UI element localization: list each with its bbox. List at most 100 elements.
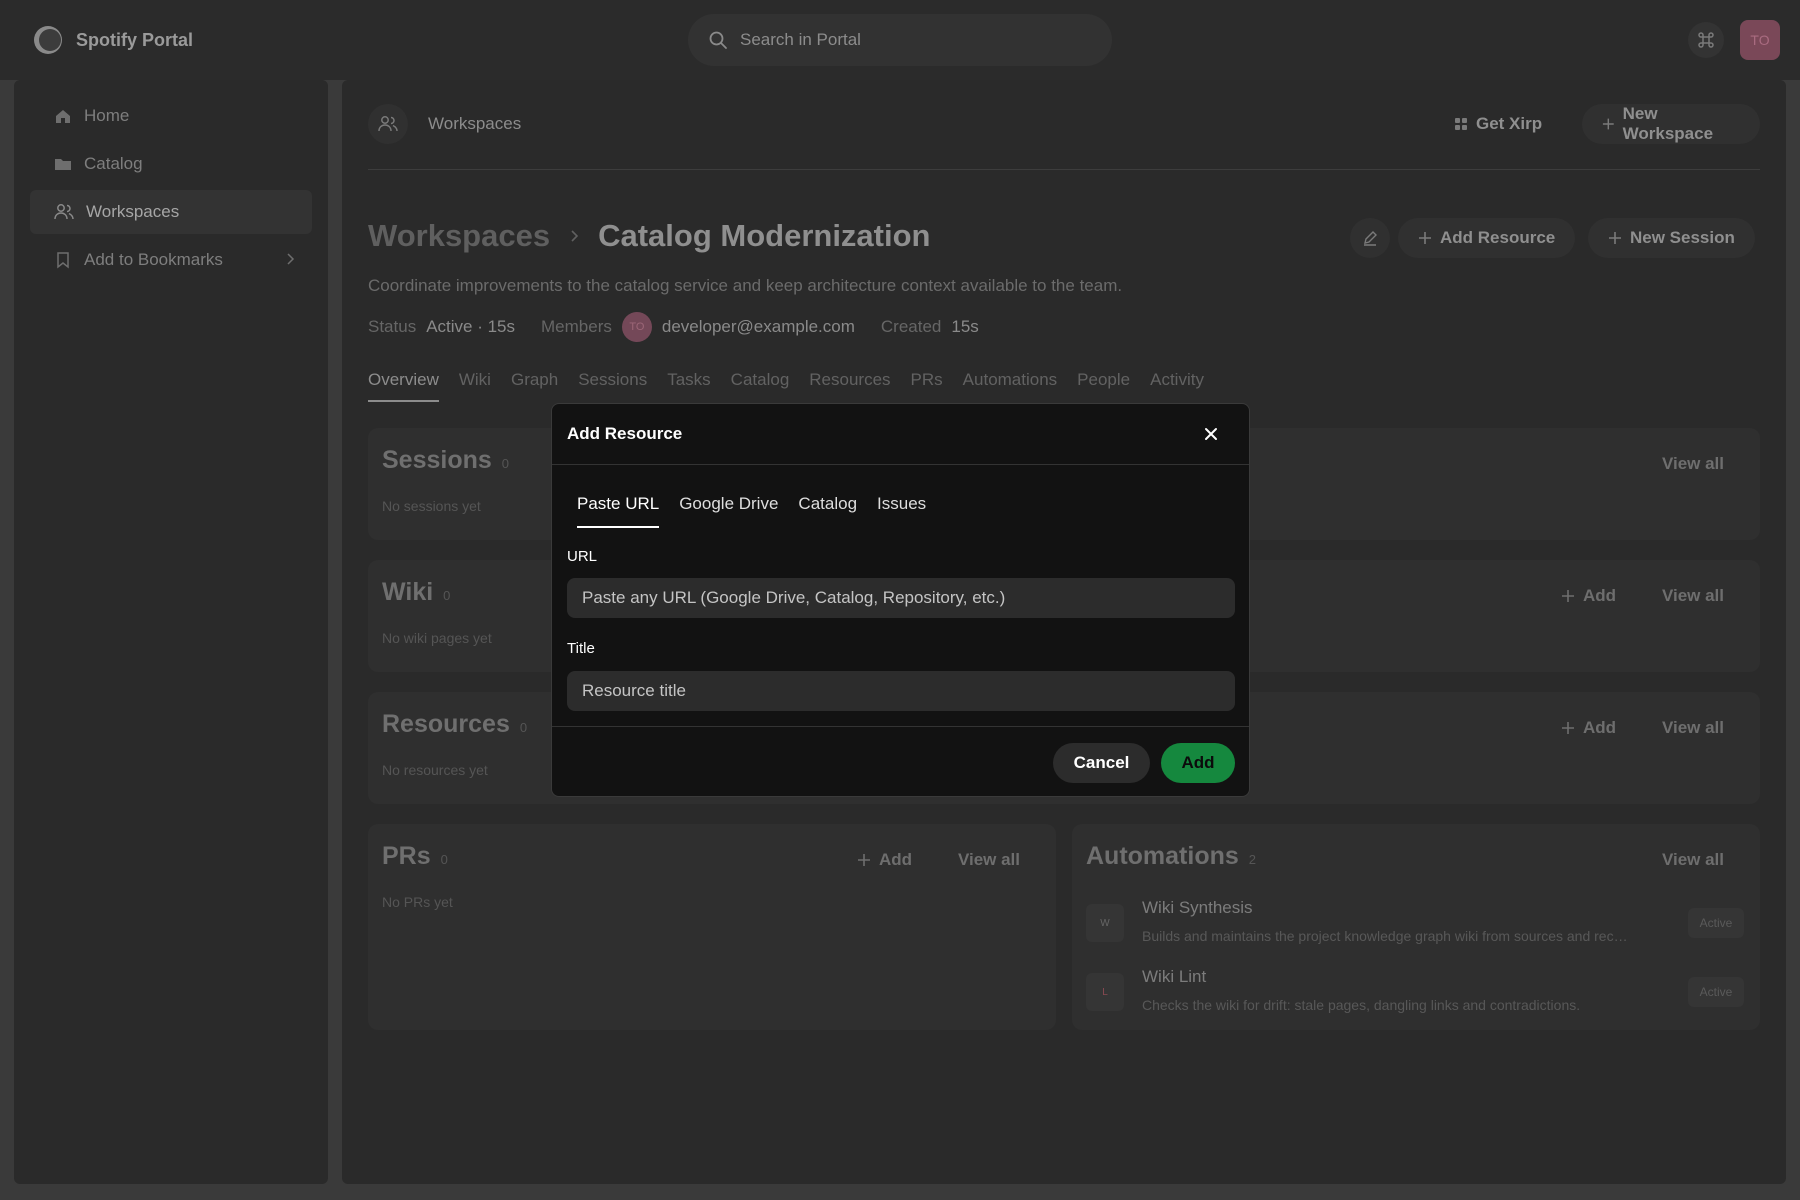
- resources-add-button[interactable]: Add: [1561, 718, 1616, 738]
- issues-add-button[interactable]: Add: [1561, 586, 1616, 606]
- plus-icon: [1561, 722, 1574, 734]
- tab-resources[interactable]: Resources: [809, 370, 890, 402]
- sidebar-item-home[interactable]: Home: [30, 94, 312, 138]
- tab-tasks[interactable]: Tasks: [667, 370, 710, 402]
- automations-view-all[interactable]: View all: [1662, 850, 1724, 870]
- add-button[interactable]: Add: [1161, 743, 1235, 783]
- sessions-empty: No sessions yet: [382, 498, 481, 514]
- page-title: Workspaces Catalog Modernization: [368, 218, 930, 254]
- user-avatar[interactable]: TO: [1740, 20, 1780, 60]
- add-resource-button[interactable]: Add Resource: [1398, 218, 1576, 258]
- tab-sessions[interactable]: Sessions: [578, 370, 647, 402]
- sidebar-item-label: Home: [84, 106, 130, 125]
- tab-activity[interactable]: Activity: [1150, 370, 1204, 402]
- list-item[interactable]: L Wiki Lint Checks the wiki for drift: s…: [1086, 967, 1744, 1023]
- wiki-count: 0: [443, 588, 451, 603]
- sidebar-item-workspaces[interactable]: Workspaces: [30, 190, 312, 234]
- title-current: Catalog Modernization: [598, 218, 931, 253]
- automations-title: Automations: [1086, 842, 1239, 870]
- plus-icon: [1561, 590, 1574, 602]
- xirp-icon: [1455, 118, 1467, 130]
- plus-icon: [1609, 232, 1621, 244]
- created-label: Created: [880, 317, 942, 336]
- sidebar-item-catalog[interactable]: Catalog: [30, 142, 312, 186]
- prs-title: PRs: [382, 842, 431, 870]
- wiki-empty: No wiki pages yet: [382, 630, 492, 646]
- workspace-meta: Status Active · 15s Members TO developer…: [368, 312, 1005, 342]
- tab-prs[interactable]: PRs: [911, 370, 943, 402]
- get-xirp-label: Get Xirp: [1476, 114, 1543, 133]
- sessions-view-all[interactable]: View all: [1662, 454, 1724, 474]
- dialog-header: Add Resource: [552, 404, 1249, 465]
- members-label: Members: [541, 317, 612, 336]
- sidebar: Home Catalog Workspaces Add to Bookmarks: [14, 80, 328, 1184]
- prs-empty: No PRs yet: [382, 894, 453, 910]
- tab-wiki[interactable]: Wiki: [459, 370, 491, 402]
- tab-overview[interactable]: Overview: [368, 370, 439, 402]
- issues-view-all[interactable]: View all: [1662, 586, 1724, 606]
- folder-icon: [55, 159, 71, 170]
- sidebar-item-label: Workspaces: [86, 202, 180, 221]
- automations-card: Automations 2 View all W Wiki Synthesis …: [1072, 824, 1760, 1030]
- tab-paste-url[interactable]: Paste URL: [577, 494, 660, 528]
- created-value: 15s: [951, 317, 979, 336]
- wiki-synthesis-icon: W: [1086, 904, 1124, 942]
- search-input[interactable]: Search in Portal: [688, 14, 1112, 66]
- tab-people[interactable]: People: [1077, 370, 1130, 402]
- resources-empty: No resources yet: [382, 762, 488, 778]
- prs-view-all[interactable]: View all: [958, 850, 1020, 870]
- workspace-tabs: Overview Wiki Graph Sessions Tasks Catal…: [368, 370, 1204, 402]
- title-parent[interactable]: Workspaces: [368, 218, 550, 254]
- breadcrumb[interactable]: Workspaces: [428, 114, 521, 134]
- new-workspace-label: New Workspace: [1622, 104, 1714, 143]
- dialog-footer: Cancel Add: [552, 726, 1249, 796]
- tab-catalog[interactable]: Catalog: [731, 370, 790, 402]
- sidebar-item-add-to-bookmarks[interactable]: Add to Bookmarks: [30, 238, 312, 282]
- resources-title: Resources: [382, 710, 510, 738]
- cancel-button[interactable]: Cancel: [1053, 743, 1150, 783]
- people-icon: [378, 116, 398, 132]
- url-input[interactable]: [567, 578, 1235, 618]
- card-title: Resources 0: [382, 710, 527, 739]
- tab-google-drive[interactable]: Google Drive: [679, 494, 778, 528]
- plus-icon: [1602, 118, 1614, 130]
- automation-description: Builds and maintains the project knowled…: [1142, 928, 1628, 944]
- tab-automations[interactable]: Automations: [963, 370, 1058, 402]
- pencil-icon: [1364, 231, 1377, 246]
- member-avatar[interactable]: TO: [621, 312, 652, 342]
- search-icon: [709, 31, 727, 49]
- sidebar-item-label: Add to Bookmarks: [84, 250, 223, 269]
- top-bar: Spotify Portal Search in Portal TO: [0, 0, 1800, 80]
- list-item[interactable]: W Wiki Synthesis Builds and maintains th…: [1086, 898, 1744, 954]
- new-session-button[interactable]: New Session: [1588, 218, 1755, 258]
- resources-add-label: Add: [1582, 718, 1616, 737]
- tab-catalog[interactable]: Catalog: [798, 494, 857, 528]
- wiki-title: Wiki: [382, 578, 434, 606]
- new-workspace-button[interactable]: New Workspace: [1582, 104, 1760, 144]
- workspace-description: Coordinate improvements to the catalog s…: [368, 276, 1123, 295]
- brand[interactable]: Spotify Portal: [34, 26, 193, 54]
- get-xirp-button[interactable]: Get Xirp: [1434, 104, 1562, 144]
- close-button[interactable]: [1199, 422, 1223, 446]
- breadcrumb-bar: Workspaces Get Xirp New Workspace: [368, 104, 1760, 170]
- title-input[interactable]: [567, 671, 1235, 711]
- sidebar-item-label: Catalog: [84, 154, 143, 173]
- prs-add-label: Add: [878, 850, 912, 869]
- bookmark-icon: [57, 252, 69, 269]
- issues-add-label: Add: [1582, 586, 1616, 605]
- brand-name: Spotify Portal: [76, 29, 194, 50]
- dialog-tabs: Paste URL Google Drive Catalog Issues: [577, 494, 926, 528]
- command-menu-button[interactable]: [1688, 22, 1724, 58]
- edit-button[interactable]: [1350, 218, 1390, 258]
- add-resource-dialog: Add Resource Paste URL Google Drive Cata…: [551, 403, 1250, 797]
- prs-count: 0: [440, 852, 448, 867]
- tab-graph[interactable]: Graph: [511, 370, 558, 402]
- card-title: Wiki 0: [382, 578, 450, 607]
- automation-name: Wiki Lint: [1142, 967, 1207, 986]
- dialog-title: Add Resource: [567, 424, 683, 443]
- resources-view-all[interactable]: View all: [1662, 718, 1724, 738]
- spotify-logo-icon: [34, 26, 62, 54]
- tab-issues[interactable]: Issues: [877, 494, 926, 528]
- prs-add-button[interactable]: Add: [857, 850, 912, 870]
- plus-icon: [1419, 232, 1431, 244]
